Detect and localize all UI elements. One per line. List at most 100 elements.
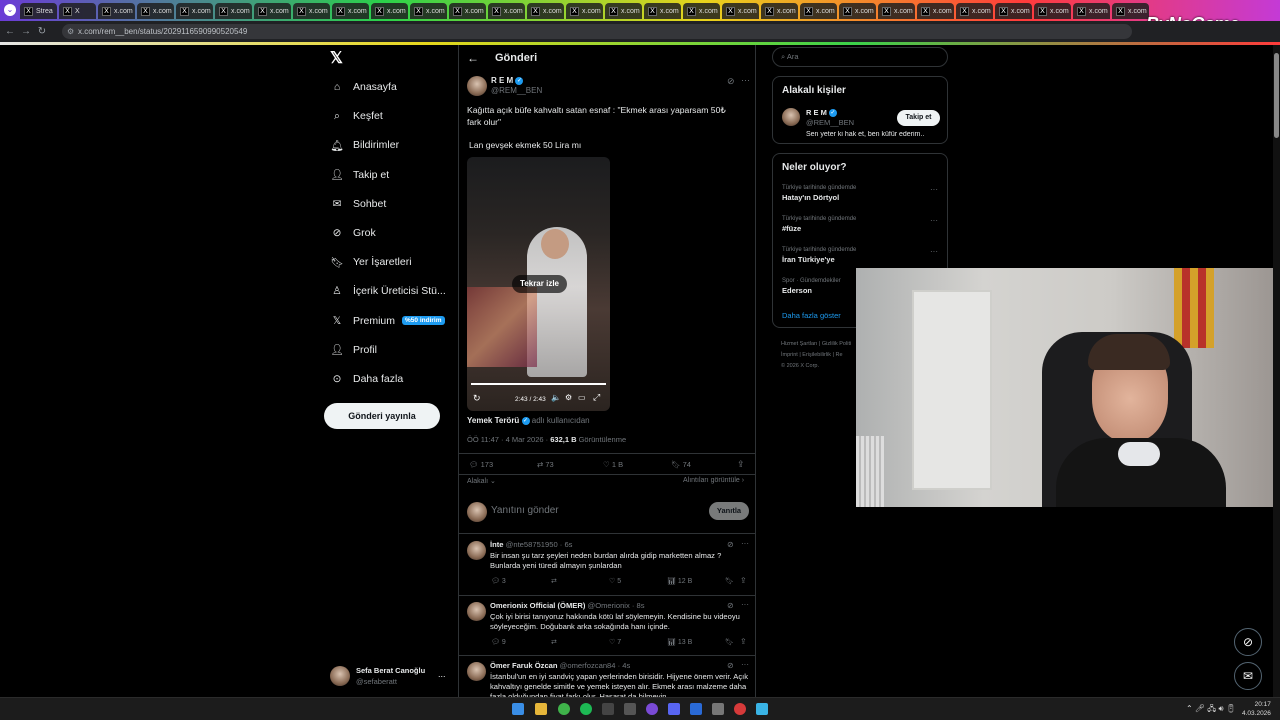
footer-links[interactable]: Hizmet Şartları | Gizlilik Politi İmprin… <box>781 339 851 372</box>
trend-item[interactable]: Türkiye tarihinde gündemde #füze ··· <box>782 216 942 233</box>
grok-explain-icon[interactable]: ⊘ <box>727 540 734 549</box>
sidebar-item[interactable]: 𝕏 Premium %50 indirim <box>330 314 445 328</box>
sidebar-item[interactable]: ⌂ Anasayfa <box>330 80 397 94</box>
reply-avatar[interactable] <box>467 602 486 621</box>
browser-tab[interactable]: X Strea <box>20 3 57 19</box>
browser-tab[interactable]: Xx.com <box>878 3 915 19</box>
browser-tab[interactable]: Xx.com <box>722 3 759 19</box>
spotify-icon[interactable] <box>580 703 592 715</box>
twitch-icon[interactable] <box>646 703 658 715</box>
reply-item[interactable]: Ömer Faruk Özcan @omerfozcan84 · 4s ⊘ ··· İ… <box>459 655 755 697</box>
browser-tab[interactable]: Xx.com <box>605 3 642 19</box>
relevant-user[interactable]: R E M ✓ @REM__BEN <box>806 108 854 128</box>
reply-avatar[interactable] <box>467 662 486 681</box>
author-block[interactable]: R E M ✓ @REM__BEN <box>491 76 542 95</box>
app-icon[interactable] <box>624 703 636 715</box>
sidebar-item[interactable]: 🔔︎ Bildirimler <box>330 138 399 152</box>
trend-item[interactable]: Türkiye tarihinde gündemde Hatay'ın Dörty… <box>782 185 942 202</box>
trend-more-icon[interactable]: ··· <box>930 247 938 256</box>
video-source[interactable]: Yemek Terörü ✓ adlı kullanıcıdan <box>467 416 590 425</box>
reply-stat[interactable]: 💬︎ 173 <box>469 460 493 469</box>
relevant-avatar[interactable] <box>782 108 800 126</box>
replay-icon[interactable]: ↻ <box>473 393 481 404</box>
sort-dropdown[interactable]: Alakalı ⌄ <box>467 477 496 485</box>
browser-tab[interactable]: Xx.com <box>488 3 525 19</box>
grok-explain-icon[interactable]: ⊘ <box>727 601 734 610</box>
view-quotes-link[interactable]: Alıntıları görüntüle › <box>683 477 744 484</box>
browser-tab[interactable]: Xx.com <box>176 3 213 19</box>
browser-tab[interactable]: Xx.com <box>449 3 486 19</box>
reply-more-icon[interactable]: ··· <box>741 660 749 669</box>
views-stat[interactable]: 📊︎ 12 B <box>667 577 692 585</box>
reply-avatar[interactable] <box>467 541 486 560</box>
browser-tab[interactable]: Xx.com <box>956 3 993 19</box>
browser-tab[interactable]: Xx.com <box>1073 3 1110 19</box>
sidebar-item[interactable]: ⊙ Daha fazla <box>330 372 404 386</box>
sidebar-item[interactable]: ✉ Sohbet <box>330 197 387 211</box>
like-stat[interactable]: ♡ 7 <box>609 638 621 646</box>
bookmark-icon[interactable]: 🔖︎ <box>725 638 734 646</box>
steam-icon[interactable] <box>690 703 702 715</box>
browser-tab[interactable]: Xx.com <box>566 3 603 19</box>
browser-tab[interactable]: Xx.com <box>1112 3 1149 19</box>
pip-icon[interactable]: ▭ <box>578 393 586 402</box>
post-more-icon[interactable]: ··· <box>741 75 750 85</box>
browser-tab[interactable]: Xx.com <box>683 3 720 19</box>
bookmark-stat[interactable]: 🔖︎ 74 <box>671 460 691 469</box>
sidebar-item[interactable]: ⊘ Grok <box>330 226 376 240</box>
reply-author[interactable]: Ömer Faruk Özcan <box>490 661 558 670</box>
trend-item[interactable]: Türkiye tarihinde gündemde İran Türkiye'y… <box>782 247 942 264</box>
browser-tab[interactable]: Xx.com <box>839 3 876 19</box>
browser-tab[interactable]: Xx.com <box>995 3 1032 19</box>
start-icon[interactable] <box>512 703 524 715</box>
account-more-icon[interactable]: ... <box>438 669 446 679</box>
app-icon[interactable] <box>756 703 768 715</box>
page-scrollbar[interactable] <box>1273 45 1280 697</box>
reply-submit-button[interactable]: Yanıtla <box>709 502 749 520</box>
obs-icon[interactable] <box>602 703 614 715</box>
account-switcher[interactable]: Sefa Berat Canoğlu @sefaberatt ... <box>330 661 454 691</box>
grok-explain-icon[interactable]: ⊘ <box>727 661 734 670</box>
browser-tab[interactable]: Xx.com <box>410 3 447 19</box>
grok-explain-icon[interactable]: ⊘ <box>727 76 735 87</box>
reply-more-icon[interactable]: ··· <box>741 539 749 548</box>
site-info-icon[interactable]: ⚙ <box>67 24 74 39</box>
scrollbar-thumb[interactable] <box>1274 53 1279 138</box>
reply-input[interactable]: Yanıtını gönder <box>491 505 559 516</box>
sidebar-item[interactable]: 🔖︎ Yer İşaretleri <box>330 255 411 269</box>
browser-tab[interactable]: Xx.com <box>371 3 408 19</box>
repost-stat[interactable]: ⇄ <box>551 577 557 585</box>
clock[interactable]: 20:17 4.03.2026 <box>1242 700 1271 718</box>
views-stat[interactable]: 📊︎ 13 B <box>667 638 692 646</box>
share-icon[interactable]: ⇪ <box>740 576 747 585</box>
follow-button[interactable]: Takip et <box>897 110 940 126</box>
volume-icon[interactable]: 🔈 <box>551 393 561 402</box>
browser-tab[interactable]: Xx.com <box>800 3 837 19</box>
bookmark-icon[interactable]: 🔖︎ <box>725 577 734 585</box>
replay-overlay[interactable]: Tekrar izle <box>512 275 567 293</box>
reply-stat[interactable]: 💬︎ 9 <box>491 638 506 646</box>
repost-stat[interactable]: ⇄ <box>551 638 557 646</box>
author-avatar[interactable] <box>467 76 487 96</box>
back-icon[interactable]: ← <box>2 26 18 37</box>
browser-tab[interactable]: Xx.com <box>917 3 954 19</box>
browser-tab[interactable]: Xx.com <box>527 3 564 19</box>
browser-tab[interactable]: Xx.com <box>761 3 798 19</box>
back-arrow-icon[interactable]: ← <box>467 51 479 65</box>
repost-stat[interactable]: ⇄ 73 <box>537 460 554 469</box>
share-icon[interactable]: ⇪ <box>740 637 747 646</box>
share-icon[interactable]: ⇪ <box>737 459 745 470</box>
video-player[interactable]: Tekrar izle ↻ 2:43 / 2:43 🔈 ⚙ ▭ ⤢ <box>467 157 610 411</box>
settings-icon[interactable]: ⚙ <box>565 393 572 402</box>
fullscreen-icon[interactable]: ⤢ <box>593 392 600 403</box>
sidebar-item[interactable]: ♙ İçerik Üreticisi Stü... <box>330 284 446 298</box>
messages-fab[interactable]: ✉ <box>1234 662 1262 690</box>
like-stat[interactable]: ♡ 1 B <box>603 460 623 469</box>
app-icon[interactable] <box>712 703 724 715</box>
browser-tab[interactable]: XX <box>59 3 96 19</box>
sidebar-item[interactable]: 👤︎ Profil <box>330 343 377 357</box>
browser-tab[interactable]: Xx.com <box>215 3 252 19</box>
chrome-icon[interactable] <box>558 703 570 715</box>
url-field[interactable]: ⚙ x.com/rem__ben/status/2029116590990520… <box>62 24 1132 39</box>
grok-fab[interactable]: ⊘ <box>1234 628 1262 656</box>
